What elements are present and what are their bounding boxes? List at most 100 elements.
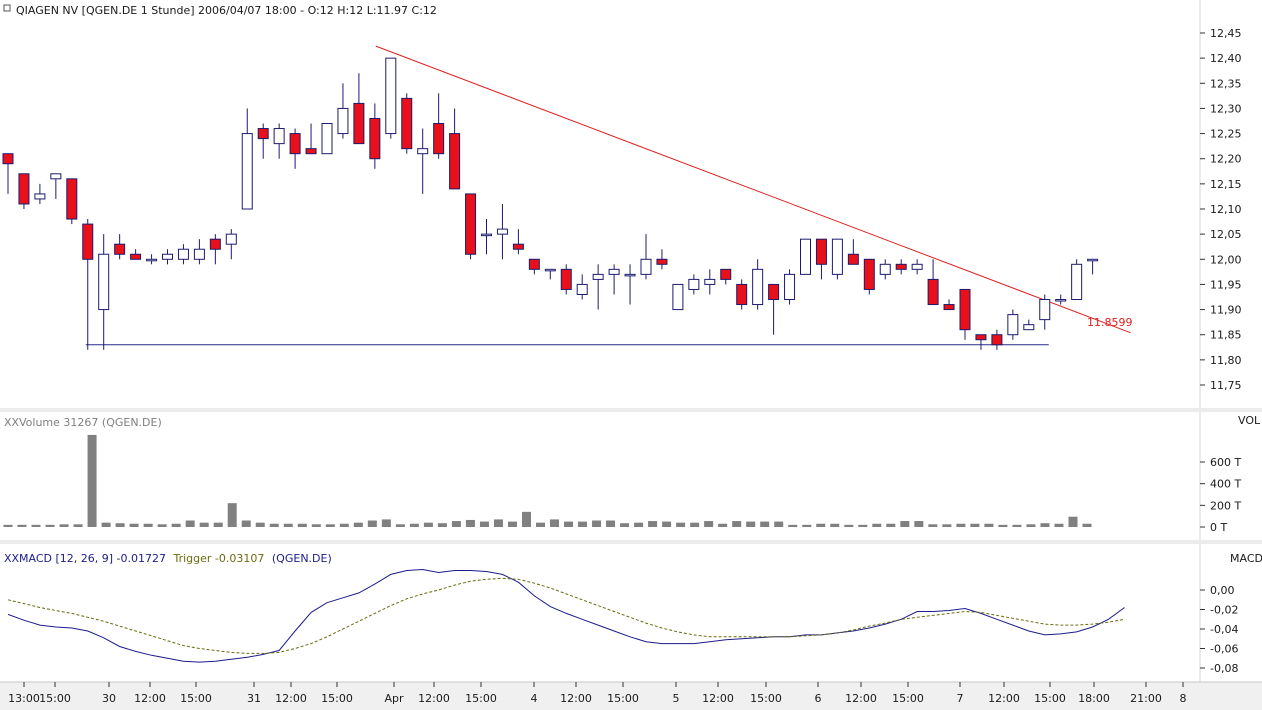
candle-body (736, 283, 748, 306)
volume-bar (199, 522, 209, 527)
price-tick-label: 12,20 (1210, 153, 1242, 166)
volume-bar (339, 523, 349, 527)
volume-bar (844, 524, 854, 527)
volume-bar (970, 523, 980, 527)
volume-bar (255, 522, 265, 527)
volume-bar (185, 520, 195, 527)
volume-bar (830, 523, 840, 527)
candle-body (544, 268, 556, 272)
candle-body (592, 273, 604, 280)
candle-body (417, 148, 429, 155)
candle (401, 93, 413, 154)
candle-body (640, 258, 652, 275)
candle-body (863, 258, 875, 290)
volume-panel-title: Volume 31267 (QGEN.DE) (19, 416, 162, 429)
candle-body (257, 128, 269, 140)
volume-bar (311, 524, 321, 527)
time-tick-label: 5 (673, 692, 680, 705)
candle-body (1023, 324, 1035, 331)
volume-bar (367, 520, 377, 527)
volume-bar (662, 521, 672, 527)
volume-bar (521, 511, 531, 527)
volume-bar (928, 524, 938, 527)
candle-body (800, 238, 811, 275)
trendline-value-label: 11.8599 (1087, 316, 1133, 329)
volume-bar (59, 524, 69, 527)
price-tick-label: 12,15 (1210, 178, 1242, 191)
candle-body (1039, 299, 1051, 321)
time-tick-label: 15:00 (180, 692, 212, 705)
price-tick-label: 12,05 (1210, 228, 1242, 241)
time-tick-label: 15:00 (1034, 692, 1066, 705)
candle-body (369, 117, 381, 160)
volume-axis-label: VOL (1238, 414, 1261, 427)
volume-close-icon[interactable]: XX (4, 416, 20, 429)
candle (321, 123, 333, 155)
candle-body (496, 228, 508, 235)
time-tick-label: 18:00 (1078, 692, 1110, 705)
panel-divider-volume (0, 408, 1262, 412)
chart-window-icon[interactable] (3, 4, 11, 12)
volume-bar (241, 520, 251, 527)
volume-bar (1026, 524, 1036, 527)
volume-bar (704, 521, 714, 527)
time-tick-label: 12:00 (702, 692, 734, 705)
macd-close-icon[interactable]: XX (4, 552, 20, 565)
volume-bar (395, 524, 405, 527)
price-tick-label: 11,85 (1210, 329, 1242, 342)
time-tick-label: 12:00 (988, 692, 1020, 705)
candle-body (305, 148, 317, 155)
candle-body (624, 273, 636, 277)
candle (863, 258, 875, 295)
candle-body (1087, 258, 1099, 262)
candle-body (82, 223, 94, 260)
volume-bar (283, 523, 293, 527)
volume-bar (690, 522, 700, 527)
candle-body (656, 258, 668, 265)
time-tick-label: 12:00 (560, 692, 592, 705)
volume-bar (648, 521, 658, 527)
price-tick-label: 12,45 (1210, 27, 1242, 40)
price-tick-label: 12,00 (1210, 253, 1242, 266)
candle-body (433, 123, 445, 155)
time-tick-label: 8 (1180, 692, 1187, 705)
time-tick-label: 15:00 (465, 692, 497, 705)
volume-bar (493, 519, 503, 527)
price-tick-label: 12,35 (1210, 77, 1242, 90)
time-tick-label: 30 (102, 692, 116, 705)
candle-body (146, 258, 158, 262)
candle-body (704, 278, 716, 285)
candle-body (560, 268, 572, 290)
candle-body (847, 253, 859, 265)
candle-body (879, 263, 891, 275)
volume-bar (31, 524, 41, 527)
candle-body (209, 238, 221, 250)
volume-bar (535, 522, 545, 527)
volume-bar (1082, 523, 1092, 527)
candle-body (18, 173, 30, 205)
candle-body (241, 133, 253, 210)
price-tick-label: 12,10 (1210, 203, 1242, 216)
time-tick-label: 7 (957, 692, 964, 705)
macd-legend-label: MACD [12, 26, 9] -0.01727 (19, 552, 166, 565)
candle-body (481, 233, 492, 237)
volume-bar (578, 521, 588, 527)
candle-body (385, 57, 397, 135)
candle-body (512, 243, 524, 250)
candle-body (321, 123, 333, 155)
time-tick-label: 31 (247, 692, 261, 705)
candle-body (449, 133, 461, 190)
volume-bar (998, 524, 1008, 527)
candle-body (353, 102, 365, 145)
volume-bar (171, 523, 181, 527)
stock-chart: QIAGEN NV [QGEN.DE 1 Stunde] 2006/04/07 … (0, 0, 1262, 710)
time-tick-label: 6 (815, 692, 822, 705)
volume-bar (227, 503, 237, 527)
volume-bar (718, 523, 728, 527)
candle-body (768, 283, 780, 301)
volume-bar (872, 523, 882, 527)
volume-bar (87, 434, 97, 527)
candle-body (991, 334, 1003, 346)
time-tick-label: 13:00 (8, 692, 40, 705)
candle-body (114, 243, 126, 255)
